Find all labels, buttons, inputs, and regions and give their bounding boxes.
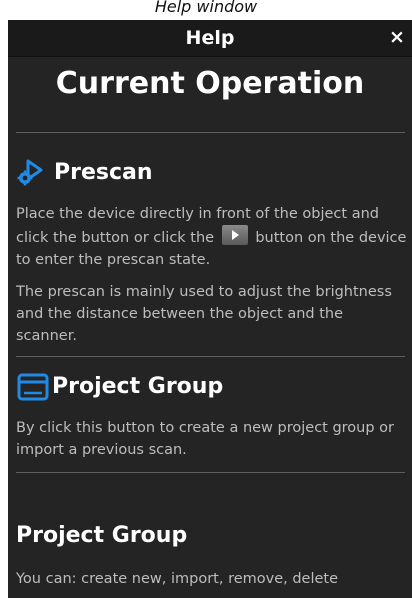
divider [16,356,405,357]
section-title-label: Prescan [54,160,153,185]
section-title-label: Project Group [52,374,224,399]
section-title-project-group: Project Group [16,372,223,402]
page-title: Current Operation [55,66,365,101]
window-title: Help [185,27,235,49]
section-title-label: Project Group [16,523,188,548]
close-button[interactable]: × [382,20,412,57]
device-button-icon [221,225,248,245]
prescan-icon [16,158,46,188]
section-title-project-group-2: Project Group [16,522,187,550]
section-title-prescan: Prescan [16,158,153,188]
prescan-note: The prescan is mainly used to adjust the… [16,284,392,344]
divider [16,472,405,473]
project-group-icon [16,372,50,402]
window-caption: Help window [154,0,258,16]
titlebar: Help × [8,20,412,57]
project-group-actions: You can: create new, import, remove, del… [16,571,339,587]
help-window: Help × Current Operation Prescan Place t… [8,20,412,598]
prescan-description: Place the device directly in front of th… [16,203,408,271]
divider [16,132,405,133]
project-group-description: By click this button to create a new pro… [16,420,395,458]
